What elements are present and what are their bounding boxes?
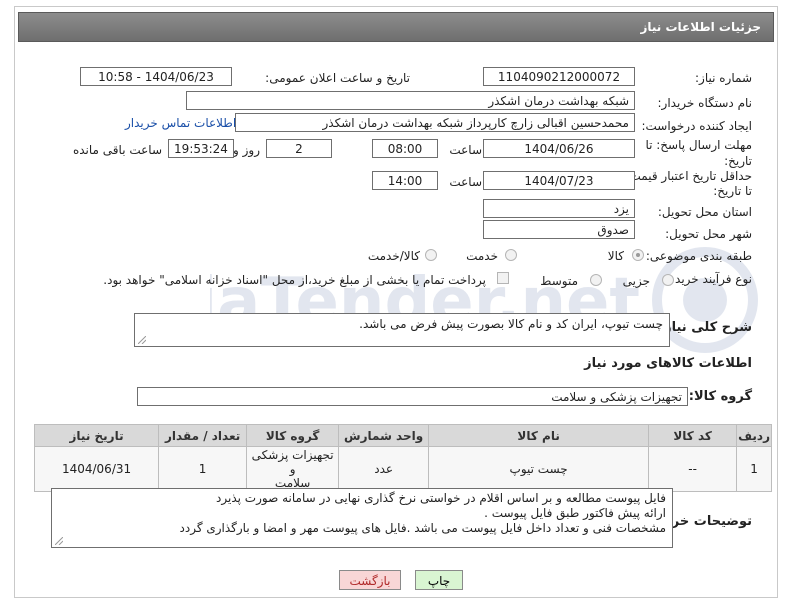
reply-deadline-label-2: تاریخ: (724, 154, 752, 168)
buyer-org-label: نام دستگاه خریدار: (657, 96, 753, 110)
reply-time-label: ساعت (449, 143, 482, 157)
price-validity-date-field: 1404/07/23 (483, 171, 635, 190)
buyer-contact-link[interactable]: اطلاعات تماس خریدار (125, 116, 236, 130)
buyer-notes-line-3: مشخصات فنی و تعداد داخل فایل پیوست می با… (179, 521, 666, 535)
price-validity-label-2: تا تاریخ: (713, 184, 752, 198)
announce-label: تاریخ و ساعت اعلان عمومی: (265, 71, 410, 85)
category-radio-service[interactable] (505, 249, 517, 261)
purchase-type-label: نوع فرآیند خرید : (667, 272, 752, 286)
cell-qty: 1 (158, 446, 248, 492)
table-row: 1 -- چست تیوپ عدد تجهیزات پزشکی و سلامت … (33, 446, 772, 492)
goods-group-label: گروه کالا: (688, 389, 752, 404)
category-radio-both[interactable] (425, 249, 437, 261)
price-validity-label: حداقل تاریخ اعتبار قیمت: (625, 169, 752, 183)
need-number-label: شماره نیاز: (695, 71, 752, 85)
col-row: ردیف (736, 424, 772, 447)
reply-time-field: 08:00 (372, 139, 438, 158)
purchase-radio-medium[interactable] (590, 274, 602, 286)
province-field: یزد (483, 199, 635, 218)
reply-deadline-label: مهلت ارسال پاسخ: تا (645, 138, 752, 152)
payment-note: پرداخت تمام یا بخشی از مبلغ خرید،از محل … (103, 273, 486, 287)
category-radio-goods[interactable] (632, 249, 644, 261)
province-label: استان محل تحویل: (657, 205, 752, 219)
col-name: نام کالا (428, 424, 650, 447)
col-unit: واحد شمارش (338, 424, 430, 447)
col-code: کد کالا (648, 424, 738, 447)
cell-unit: عدد (338, 446, 430, 492)
goods-group-field: تجهیزات پزشکی و سلامت (137, 387, 688, 406)
days-label: روز و (233, 143, 260, 157)
back-button[interactable]: بازگشت (339, 570, 401, 590)
price-validity-time-field: 14:00 (372, 171, 438, 190)
cell-name: چست تیوپ (428, 446, 650, 492)
buyer-notes-line-2: ارائه پیش فاکتور طبق فایل پیوست . (484, 506, 666, 520)
print-button[interactable]: چاپ (415, 570, 463, 590)
goods-section-title: اطلاعات کالاهای مورد نیاز (584, 356, 752, 371)
buyer-notes-line-1: فایل پیوست مطالعه و بر اساس اقلام در خوا… (216, 491, 666, 505)
cell-code: -- (648, 446, 738, 492)
category-option-both: کالا/خدمت (367, 249, 420, 263)
category-option-service: خدمت (466, 249, 498, 263)
city-field: صدوق (483, 220, 635, 239)
category-option-goods: کالا (607, 249, 624, 263)
cell-date: 1404/06/31 (33, 446, 160, 492)
announce-field: 1404/06/23 - 10:58 (80, 67, 232, 86)
page-title: جزئیات اطلاعات نیاز (640, 20, 761, 34)
page-header: جزئیات اطلاعات نیاز (18, 12, 774, 42)
reply-date-field: 1404/06/26 (483, 139, 635, 158)
price-validity-time-label: ساعت (449, 175, 482, 189)
table-header-row: ردیف کد کالا نام کالا واحد شمارش گروه کا… (33, 424, 772, 447)
buyer-org-field: شبکه بهداشت درمان اشکذر (186, 91, 635, 110)
remaining-time-field: 19:53:24 (168, 139, 234, 158)
need-number-field: 1104090212000072 (483, 67, 635, 86)
remaining-days-field: 2 (266, 139, 332, 158)
col-qty: تعداد / مقدار (158, 424, 248, 447)
general-description-label: شرح کلی نیاز: (658, 320, 752, 335)
general-description-box: چست تیوپ، ایران کد و نام کالا بصورت پیش … (134, 313, 670, 347)
cell-group-line1: تجهیزات پزشکی و (251, 448, 334, 476)
purchase-option-minor: جزیی (622, 274, 650, 288)
creator-field: محمدحسین اقبالی زارچ کارپرداز شبکه بهداش… (235, 113, 635, 132)
resize-grip-icon[interactable] (55, 537, 63, 545)
cell-group: تجهیزات پزشکی و سلامت (246, 446, 340, 492)
goods-table: ردیف کد کالا نام کالا واحد شمارش گروه کا… (33, 424, 772, 492)
buyer-notes-box: فایل پیوست مطالعه و بر اساس اقلام در خوا… (51, 488, 673, 548)
city-label: شهر محل تحویل: (665, 227, 752, 241)
resize-grip-icon[interactable] (138, 336, 146, 344)
category-label: طبقه بندی موضوعی: (645, 249, 752, 263)
remaining-label: ساعت باقی مانده (72, 143, 162, 157)
general-description-text: چست تیوپ، ایران کد و نام کالا بصورت پیش … (359, 317, 663, 331)
treasury-checkbox[interactable] (497, 272, 509, 284)
cell-row: 1 (736, 446, 772, 492)
creator-label: ایجاد کننده درخواست: (641, 119, 752, 133)
col-group: گروه کالا (246, 424, 340, 447)
purchase-option-medium: متوسط (540, 274, 578, 288)
col-date: تاریخ نیاز (33, 424, 160, 447)
purchase-radio-minor[interactable] (662, 274, 674, 286)
